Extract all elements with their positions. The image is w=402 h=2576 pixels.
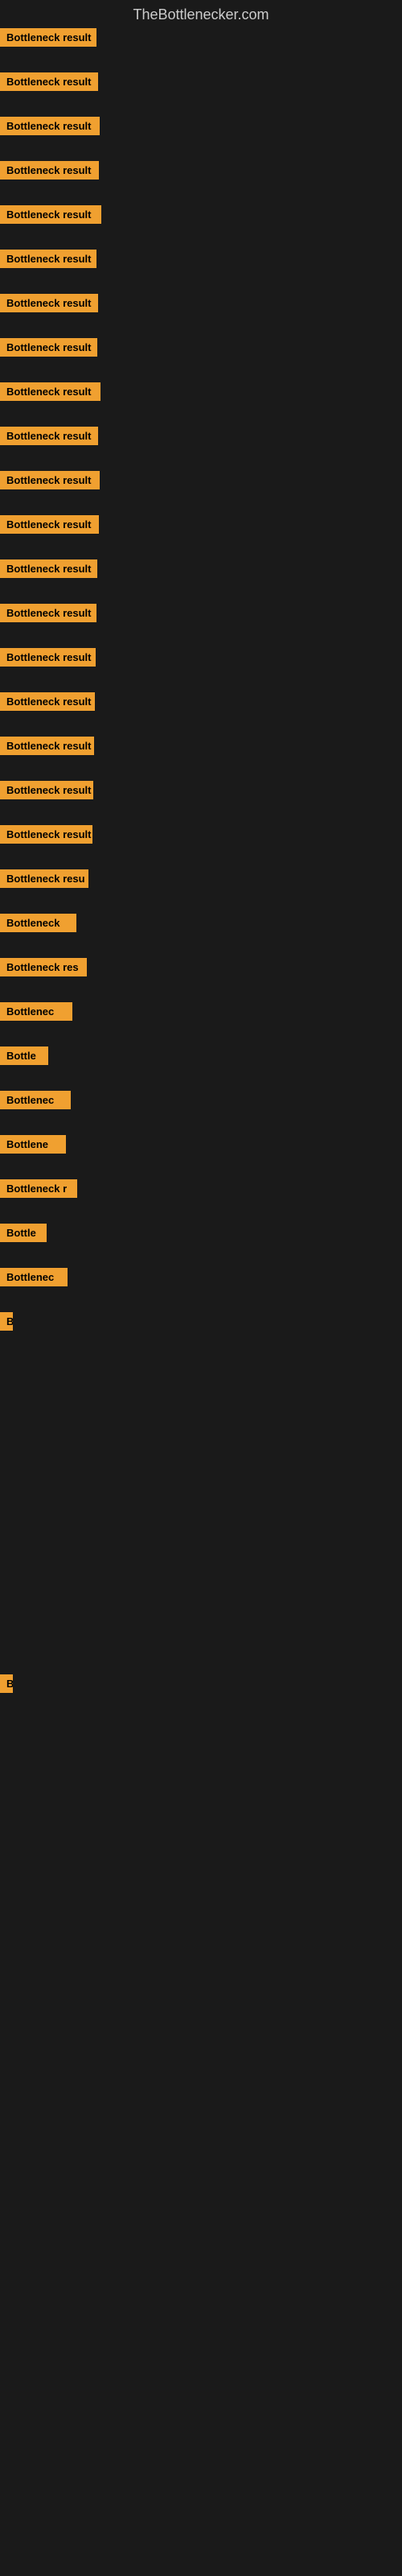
bottleneck-result-2: Bottleneck result [0,72,98,91]
bottleneck-result-28: Bottle [0,1224,47,1242]
bottleneck-result-7: Bottleneck result [0,294,98,312]
bottleneck-result-4: Bottleneck result [0,161,99,180]
bottleneck-result-22: Bottleneck res [0,958,87,976]
bottleneck-result-19: Bottleneck result [0,825,92,844]
bottleneck-result-17: Bottleneck result [0,737,94,755]
bottleneck-result-9: Bottleneck result [0,382,100,401]
bottleneck-result-24: Bottle [0,1046,48,1065]
bottleneck-result-21: Bottleneck [0,914,76,932]
bottleneck-result-25: Bottlenec [0,1091,71,1109]
bottleneck-result-5: Bottleneck result [0,205,101,224]
bottleneck-result-26: Bottlene [0,1135,66,1154]
bottleneck-result-27: Bottleneck r [0,1179,77,1198]
bottleneck-result-23: Bottlenec [0,1002,72,1021]
bottleneck-result-18: Bottleneck result [0,781,93,799]
bottleneck-result-16: Bottleneck result [0,692,95,711]
bottleneck-result-30: B [0,1312,13,1331]
bottleneck-result-13: Bottleneck result [0,559,97,578]
bottleneck-result-8: Bottleneck result [0,338,97,357]
bottleneck-result-31: B [0,1674,13,1693]
bottleneck-result-12: Bottleneck result [0,515,99,534]
bottleneck-result-20: Bottleneck resu [0,869,88,888]
bottleneck-result-15: Bottleneck result [0,648,96,667]
bottleneck-result-10: Bottleneck result [0,427,98,445]
site-title: TheBottlenecker.com [0,0,402,30]
bottleneck-result-14: Bottleneck result [0,604,96,622]
bottleneck-result-6: Bottleneck result [0,250,96,268]
bottleneck-result-3: Bottleneck result [0,117,100,135]
bottleneck-result-29: Bottlenec [0,1268,68,1286]
bottleneck-result-1: Bottleneck result [0,28,96,47]
bottleneck-result-11: Bottleneck result [0,471,100,489]
